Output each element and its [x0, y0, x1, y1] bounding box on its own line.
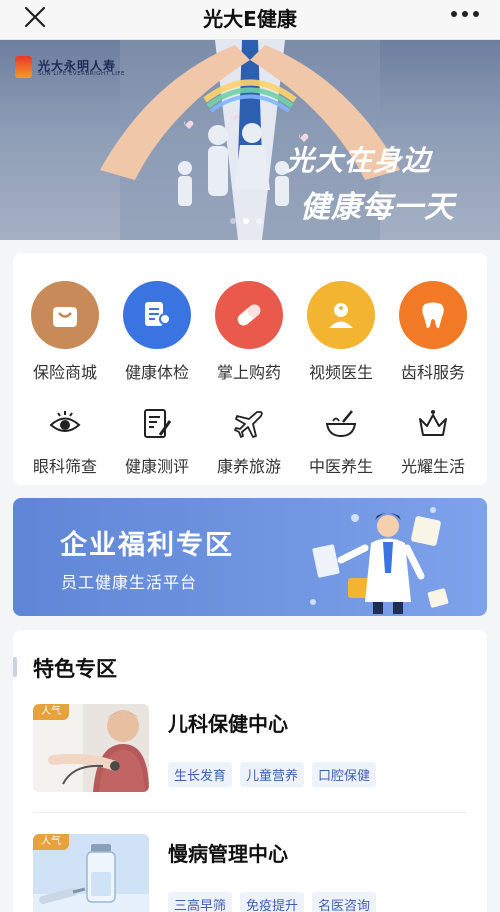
service-health-assessment[interactable]: 健康测评 — [112, 407, 202, 477]
service-label: 眼科筛查 — [32, 457, 97, 476]
welfare-subtitle: 员工健康生活平台 — [61, 573, 198, 592]
page-title: 光大E健康 — [203, 7, 297, 31]
enterprise-welfare-banner[interactable]: 企业福利专区 员工健康生活平台 — [13, 498, 487, 616]
more-dots-icon[interactable] — [450, 8, 480, 20]
carousel-dot[interactable] — [230, 218, 236, 224]
brand-logo-icon — [15, 56, 32, 78]
chip[interactable]: 免疫提升 — [240, 892, 305, 912]
service-label: 保险商城 — [32, 363, 97, 382]
service-label: 康养旅游 — [216, 457, 281, 476]
welfare-title: 企业福利专区 — [60, 530, 234, 561]
service-label: 掌上购药 — [216, 363, 281, 382]
carousel-dot[interactable] — [256, 218, 262, 224]
card-title: 慢病管理中心 — [168, 842, 288, 866]
carousel-indicator — [230, 218, 262, 224]
carousel-dot-active[interactable] — [243, 218, 249, 224]
service-wellness-travel[interactable]: 康养旅游 — [204, 407, 294, 477]
doctor-illustration — [310, 507, 449, 614]
tooth-icon — [399, 281, 467, 349]
service-label: 视频医生 — [308, 363, 373, 382]
navigation-bar: 光大E健康 — [0, 0, 500, 40]
pediatrics-thumbnail: 人气 — [33, 704, 149, 792]
section-marker — [13, 657, 17, 677]
pill-icon — [215, 281, 283, 349]
service-dental[interactable]: 齿科服务 — [388, 281, 478, 383]
chip[interactable]: 三高早筛 — [168, 892, 233, 912]
service-label: 健康测评 — [124, 457, 189, 476]
service-label: 中医养生 — [308, 457, 373, 476]
chip-list: 生长发育 儿童营养 口腔保健 — [168, 762, 377, 787]
service-label: 齿科服务 — [400, 363, 465, 382]
service-glory-life[interactable]: 光耀生活 — [388, 407, 478, 477]
herbal-bowl-icon — [325, 410, 357, 438]
airplane-icon — [234, 411, 263, 438]
eye-icon — [49, 411, 81, 432]
banner-slogan-line1: 光大在身边 — [286, 144, 432, 177]
assessment-icon — [144, 409, 172, 438]
service-tcm-health[interactable]: 中医养生 — [296, 407, 386, 477]
popular-tag: 人气 — [33, 704, 69, 720]
service-label: 光耀生活 — [400, 457, 465, 476]
divider — [33, 812, 467, 813]
chronic-disease-thumbnail: 人气 — [33, 834, 149, 912]
banner-slogan-line2: 健康每一天 — [300, 190, 455, 225]
brand-subtitle: SUN LIFE EVERBRIGHT LIFE — [38, 71, 126, 77]
promo-banner[interactable]: 光大永明人寿 SUN LIFE EVERBRIGHT LIFE 光大在身边 健康… — [0, 40, 500, 240]
service-health-check[interactable]: 健康体检 — [112, 281, 202, 383]
crown-icon — [419, 410, 447, 436]
card-title: 儿科保健中心 — [168, 712, 288, 736]
chip[interactable]: 儿童营养 — [240, 762, 305, 787]
service-buy-medicine[interactable]: 掌上购药 — [204, 281, 294, 383]
health-check-icon — [123, 281, 191, 349]
service-label: 健康体检 — [124, 363, 189, 382]
doctor-icon — [307, 281, 375, 349]
chip[interactable]: 名医咨询 — [312, 892, 377, 912]
shopping-bag-icon — [31, 281, 99, 349]
chip[interactable]: 生长发育 — [168, 762, 233, 787]
featured-zone: 特色专区 人气 儿科保健中心 生长发育 儿童营养 口腔保健 人气 慢病管理中心 … — [13, 630, 487, 912]
chip[interactable]: 口腔保健 — [312, 762, 377, 787]
section-title: 特色专区 — [33, 657, 117, 681]
chip-list: 三高早筛 免疫提升 名医咨询 — [168, 892, 377, 912]
service-eye-screening[interactable]: 眼科筛查 — [20, 407, 110, 477]
service-video-doctor[interactable]: 视频医生 — [296, 281, 386, 383]
service-menu: 保险商城 健康体检 掌上购药 视频医生 齿科服务 眼科筛查 健康测评 康养旅游 — [13, 253, 487, 485]
popular-tag: 人气 — [33, 834, 69, 850]
service-insurance-mall[interactable]: 保险商城 — [20, 281, 110, 383]
